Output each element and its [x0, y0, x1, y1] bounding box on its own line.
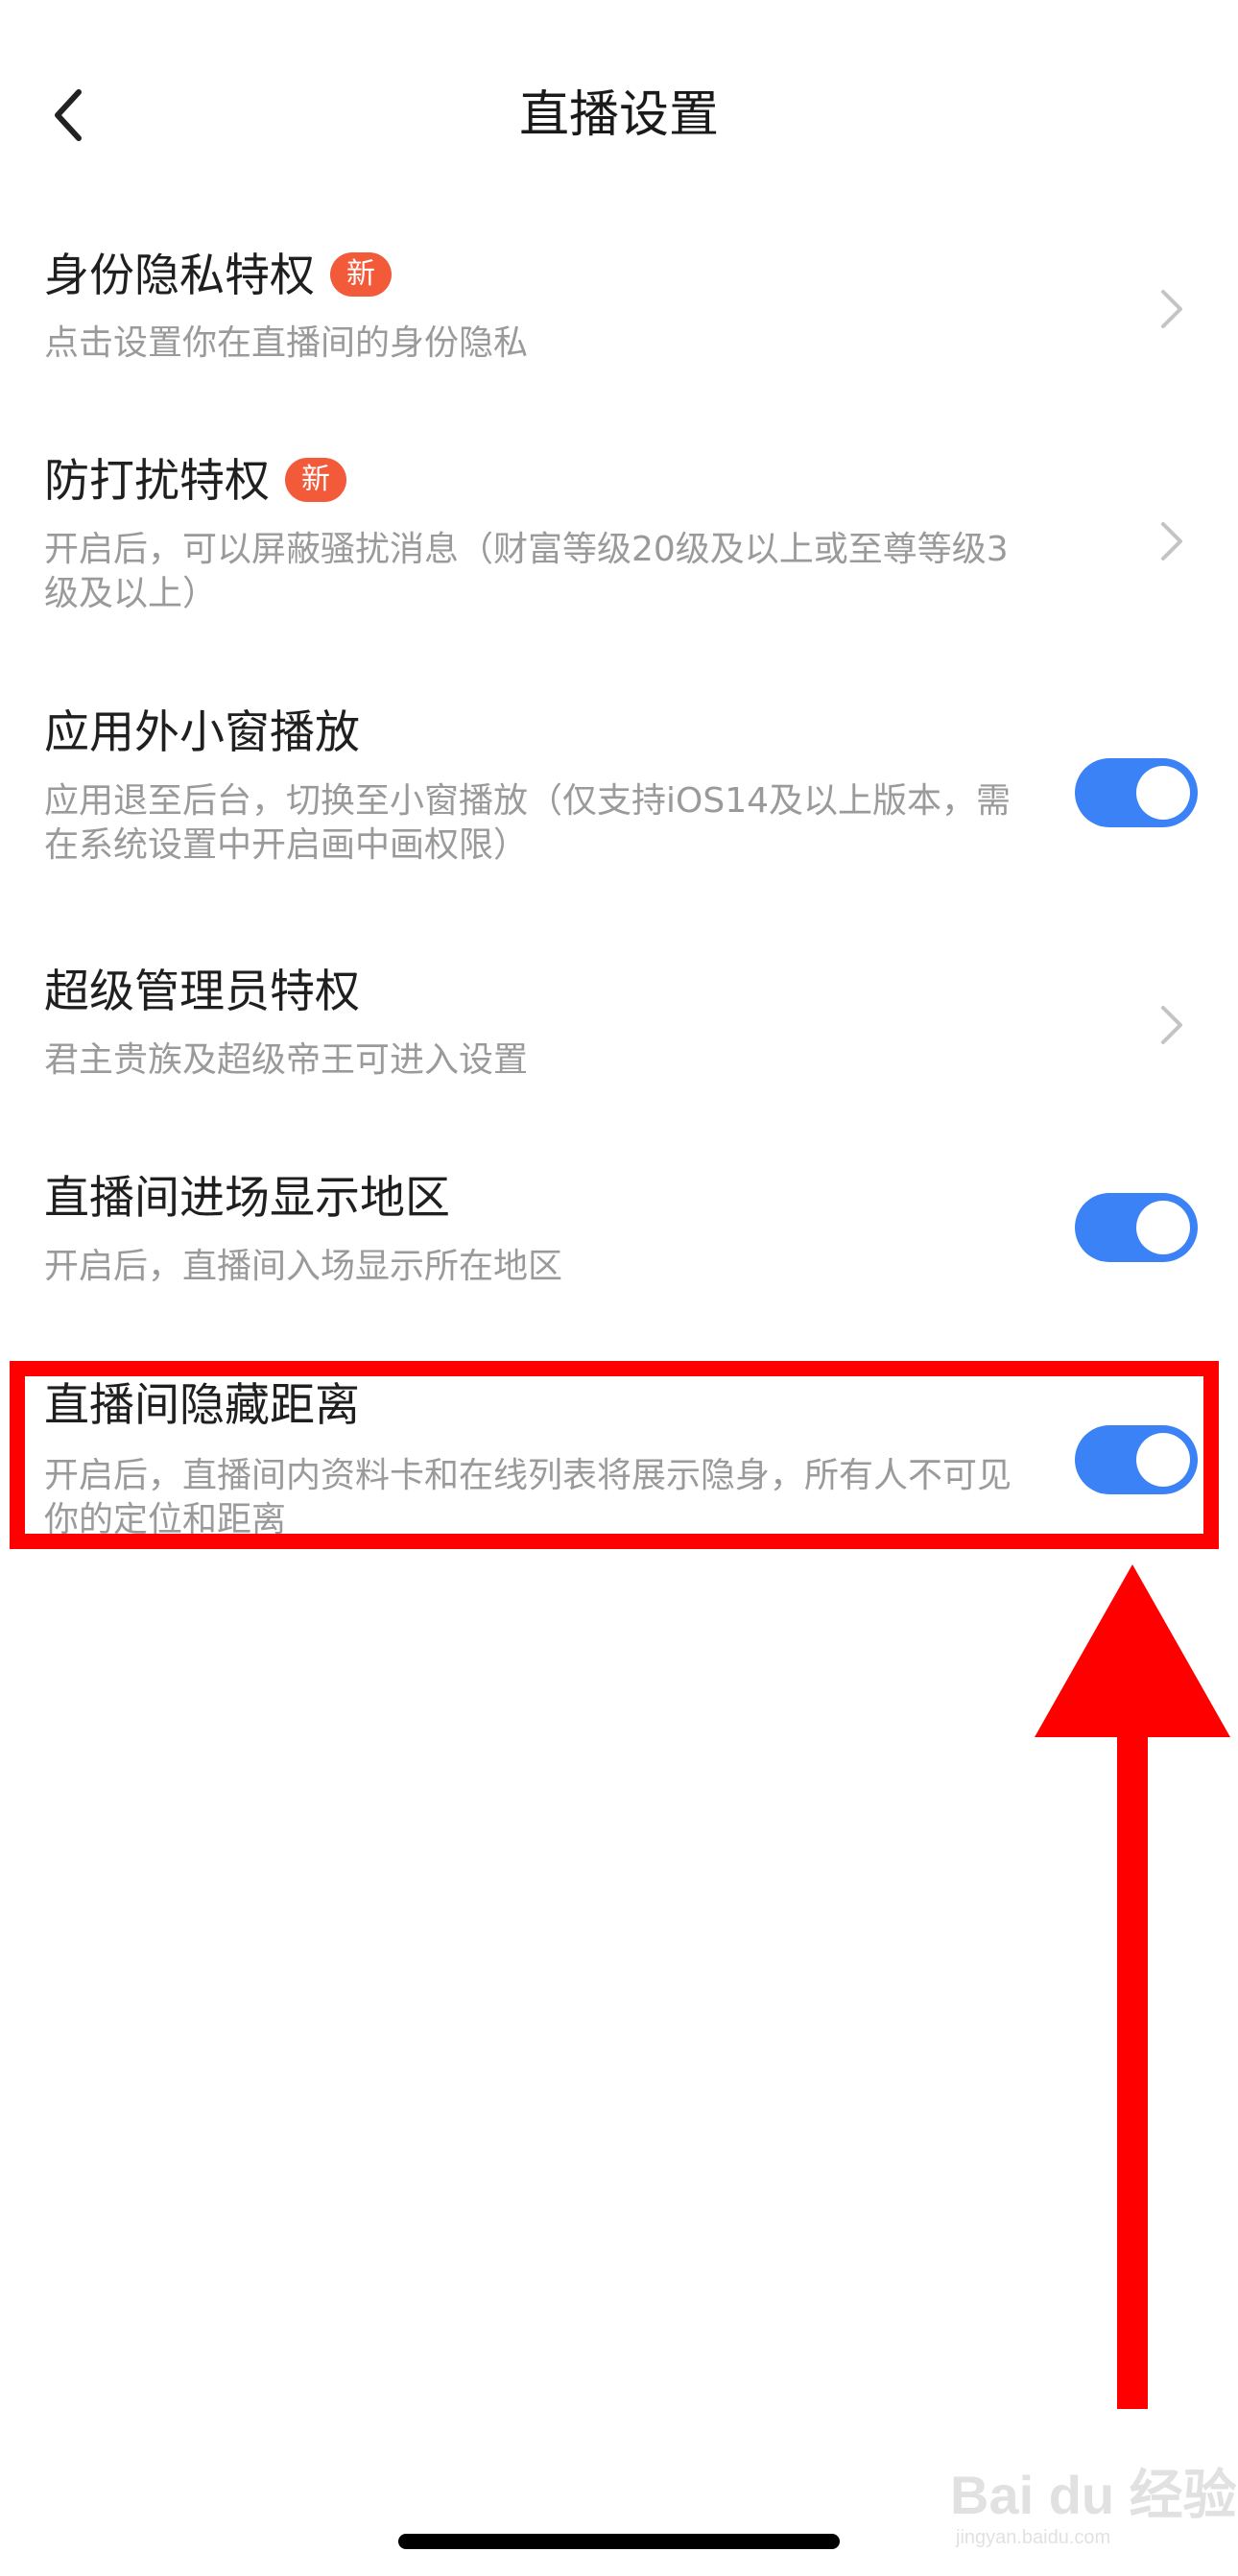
new-badge: 新: [330, 251, 392, 297]
settings-row-do-not-disturb[interactable]: 防打扰特权新 开启后，可以屏蔽骚扰消息（财富等级20级及以上或至尊等级3级及以上…: [0, 440, 1238, 632]
settings-row-entry-region: 直播间进场显示地区 开启后，直播间入场显示所在地区: [0, 1157, 1238, 1300]
setting-description: 点击设置你在直播间的身份隐私: [44, 323, 529, 363]
chevron-right-icon: [1161, 522, 1182, 561]
setting-title: 身份隐私特权: [44, 250, 315, 302]
annotation-arrow-up-icon: [1035, 1564, 1230, 2409]
home-indicator: [398, 2534, 840, 2549]
settings-row-identity-privacy[interactable]: 身份隐私特权新 点击设置你在直播间的身份隐私: [0, 230, 1238, 394]
toggle-knob: [1136, 766, 1190, 820]
toggle-knob: [1136, 1201, 1190, 1254]
setting-title: 直播间进场显示地区: [44, 1172, 450, 1225]
setting-description: 应用退至后台，切换至小窗播放（仅支持iOS14及以上版本，需在系统设置中开启画中…: [44, 781, 1011, 865]
watermark-url: jingyan.baidu.com: [956, 2527, 1111, 2548]
entry-region-toggle[interactable]: [1075, 1193, 1198, 1262]
settings-row-super-admin[interactable]: 超级管理员特权 君主贵族及超级帝王可进入设置: [0, 950, 1238, 1094]
setting-description: 开启后，可以屏蔽骚扰消息（财富等级20级及以上或至尊等级3级及以上）: [44, 530, 1009, 613]
new-badge: 新: [285, 457, 346, 502]
chevron-right-icon: [1161, 1006, 1182, 1044]
navigation-bar: 直播设置: [0, 58, 1238, 173]
pip-playback-toggle[interactable]: [1075, 758, 1198, 827]
annotation-highlight-box: [10, 1361, 1219, 1549]
setting-title: 防打扰特权: [44, 455, 270, 508]
watermark-brand: Bai du 经验: [950, 2465, 1237, 2525]
setting-description: 开启后，直播间入场显示所在地区: [44, 1247, 563, 1286]
baidu-jingyan-watermark: Bai du 经验 jingyan.baidu.com: [940, 2452, 1237, 2558]
page-title: 直播设置: [518, 86, 719, 144]
setting-title: 超级管理员特权: [44, 966, 360, 1018]
settings-row-pip-playback: 应用外小窗播放 应用退至后台，切换至小窗播放（仅支持iOS14及以上版本，需在系…: [0, 691, 1238, 883]
setting-title: 应用外小窗播放: [44, 706, 360, 759]
chevron-right-icon: [1161, 290, 1182, 328]
setting-description: 君主贵族及超级帝王可进入设置: [44, 1040, 529, 1080]
